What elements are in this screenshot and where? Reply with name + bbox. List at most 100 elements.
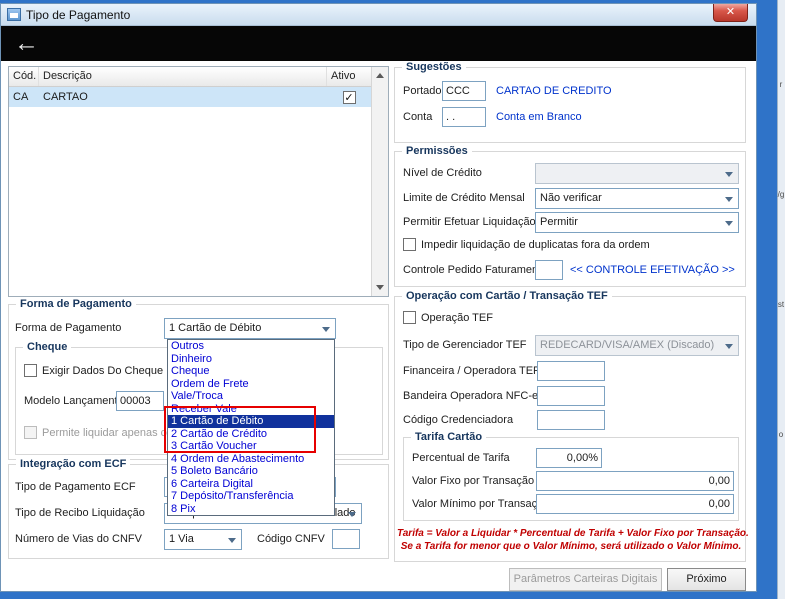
tipo-de-pagamento-dialog: Tipo de Pagamento ✕ ← Cód. Descrição Ati…	[0, 3, 757, 592]
dropdown-option[interactable]: 6 Carteira Digital	[168, 478, 334, 491]
percentual-tarifa-input[interactable]: 0,00%	[536, 448, 602, 468]
dropdown-option[interactable]: Outros	[168, 340, 334, 353]
impedir-liquidacao-checkbox[interactable]: Impedir liquidação de duplicatas fora da…	[403, 238, 650, 251]
checkbox-icon	[24, 426, 37, 439]
row-cod: CA	[13, 91, 29, 103]
parametros-carteiras-button: Parâmetros Carteiras Digitais	[509, 568, 662, 591]
edge-text-fragment: st	[777, 300, 785, 309]
valor-fixo-input[interactable]: 0,00	[536, 471, 734, 491]
grid-header-descricao[interactable]: Descrição	[39, 67, 327, 86]
dropdown-option[interactable]: Ordem de Frete	[168, 378, 334, 391]
grid-header-cod[interactable]: Cód.	[9, 67, 39, 86]
financeira-tef-input[interactable]	[537, 361, 605, 381]
num-vias-select[interactable]: 1 Via	[164, 529, 242, 550]
operacao-tef-checkbox[interactable]: Operação TEF	[403, 311, 493, 324]
grid-scrollbar[interactable]	[371, 67, 388, 296]
conta-input[interactable]: . .	[442, 107, 486, 127]
sugestoes-group: Sugestões Portador CCC CARTAO DE CREDITO…	[394, 61, 746, 143]
scroll-up-icon[interactable]	[372, 67, 388, 84]
edge-text-fragment: o	[778, 430, 784, 439]
exigir-dados-checkbox[interactable]: Exigir Dados Do Cheque	[24, 364, 163, 377]
ativo-checkbox[interactable]: ✓	[342, 90, 356, 104]
chevron-down-icon	[348, 512, 356, 517]
valor-minimo-label: Valor Mínimo por Transação	[412, 498, 550, 510]
modelo-lancamento-label: Modelo Lançamento	[24, 395, 124, 407]
group-title: Integração com ECF	[16, 458, 131, 470]
table-row[interactable]: CA CARTAO ✓	[9, 87, 371, 107]
bandeira-nfce-label: Bandeira Operadora NFC-e	[403, 390, 539, 402]
portador-input[interactable]: CCC	[442, 81, 486, 101]
portador-label: Portador	[403, 85, 446, 97]
permitir-liquidacao-select[interactable]: Permitir	[535, 212, 739, 233]
dropdown-option-selected[interactable]: 1 Cartão de Débito	[168, 415, 334, 428]
chevron-down-icon	[725, 172, 733, 177]
toolbar: ←	[1, 26, 756, 61]
dropdown-option[interactable]: 7 Depósito/Transferência	[168, 490, 334, 503]
dropdown-option[interactable]: Vale/Troca	[168, 390, 334, 403]
dropdown-option[interactable]: Receber Vale	[168, 403, 334, 416]
dropdown-option[interactable]: Dinheiro	[168, 353, 334, 366]
titlebar[interactable]: Tipo de Pagamento ✕	[1, 4, 756, 26]
dropdown-option[interactable]: 4 Ordem de Abastecimento	[168, 453, 334, 466]
forma-pagamento-select[interactable]: 1 Cartão de Débito	[164, 318, 336, 339]
dropdown-option[interactable]: 8 Pix	[168, 503, 334, 516]
controle-pedido-label: Controle Pedido Faturamento	[403, 264, 548, 276]
scroll-down-icon[interactable]	[372, 279, 388, 296]
group-title: Operação com Cartão / Transação TEF	[402, 290, 612, 302]
codigo-credenciadora-input[interactable]	[537, 410, 605, 430]
group-title: Cheque	[23, 341, 72, 353]
gerenciador-tef-select[interactable]: REDECARD/VISA/AMEX (Discado)	[535, 335, 739, 356]
checkbox-label: Exigir Dados Do Cheque	[42, 364, 164, 377]
tarifa-cartao-group: Tarifa Cartão Percentual de Tarifa 0,00%…	[403, 431, 739, 521]
modelo-lancamento-input[interactable]: 00003	[116, 391, 164, 411]
window-title: Tipo de Pagamento	[26, 7, 131, 22]
dropdown-option[interactable]: 3 Cartão Voucher	[168, 440, 334, 453]
chevron-down-icon	[725, 344, 733, 349]
controle-efetivacao-link[interactable]: << CONTROLE EFETIVAÇÃO >>	[570, 264, 735, 276]
codigo-cnfv-input[interactable]	[332, 529, 360, 549]
checkbox-label: Impedir liquidação de duplicatas fora da…	[421, 238, 650, 251]
group-title: Forma de Pagamento	[16, 298, 136, 310]
conta-hint: Conta em Branco	[496, 111, 582, 123]
checkbox-icon	[403, 311, 416, 324]
proximo-button[interactable]: Próximo	[667, 568, 746, 591]
permite-liquidar-checkbox: Permite liquidar apenas co	[24, 426, 172, 439]
row-descricao: CARTAO	[43, 91, 88, 103]
permitir-liquidacao-label: Permitir Efetuar Liquidação	[403, 216, 536, 228]
tarifa-note-line1: Tarifa = Valor a Liquidar * Percentual d…	[397, 528, 749, 539]
group-title: Tarifa Cartão	[411, 431, 487, 443]
combo-value: 1 Via	[169, 533, 194, 545]
nivel-credito-label: Nível de Crédito	[403, 167, 482, 179]
grid-header-ativo[interactable]: Ativo	[327, 67, 371, 86]
combo-value: 1 Cartão de Débito	[169, 322, 262, 334]
valor-minimo-input[interactable]: 0,00	[536, 494, 734, 514]
tarifa-note-line2: Se a Tarifa for menor que o Valor Mínimo…	[400, 541, 742, 552]
controle-pedido-input[interactable]	[535, 260, 563, 280]
operacao-tef-group: Operação com Cartão / Transação TEF Oper…	[394, 290, 749, 562]
checkbox-icon	[403, 238, 416, 251]
codigo-credenciadora-label: Código Credenciadora	[403, 414, 514, 426]
bandeira-nfce-input[interactable]	[537, 386, 605, 406]
dropdown-option[interactable]: Cheque	[168, 365, 334, 378]
combo-value: Permitir	[540, 216, 578, 228]
group-title: Permissões	[402, 145, 472, 157]
combo-value: REDECARD/VISA/AMEX (Discado)	[540, 339, 715, 351]
codigo-cnfv-label: Código CNFV	[257, 533, 325, 545]
financeira-tef-label: Financeira / Operadora TEF	[403, 365, 540, 377]
background-window-edge: r /g st o	[777, 0, 785, 599]
dropdown-option[interactable]: 5 Boleto Bancário	[168, 465, 334, 478]
gerenciador-tef-label: Tipo de Gerenciador TEF	[403, 339, 527, 351]
nivel-credito-select[interactable]	[535, 163, 739, 184]
combo-value: Não verificar	[540, 192, 602, 204]
dropdown-option[interactable]: 2 Cartão de Crédito	[168, 428, 334, 441]
limite-credito-select[interactable]: Não verificar	[535, 188, 739, 209]
close-button[interactable]: ✕	[713, 4, 748, 22]
tipo-recibo-label: Tipo de Recibo Liquidação	[15, 507, 145, 519]
chevron-down-icon	[322, 327, 330, 332]
chevron-down-icon	[725, 221, 733, 226]
edge-text-fragment: /g	[777, 190, 785, 199]
forma-pagamento-label: Forma de Pagamento	[15, 322, 122, 334]
chevron-down-icon	[725, 197, 733, 202]
valor-fixo-label: Valor Fixo por Transação	[412, 475, 535, 487]
back-arrow-icon[interactable]: ←	[14, 27, 39, 60]
